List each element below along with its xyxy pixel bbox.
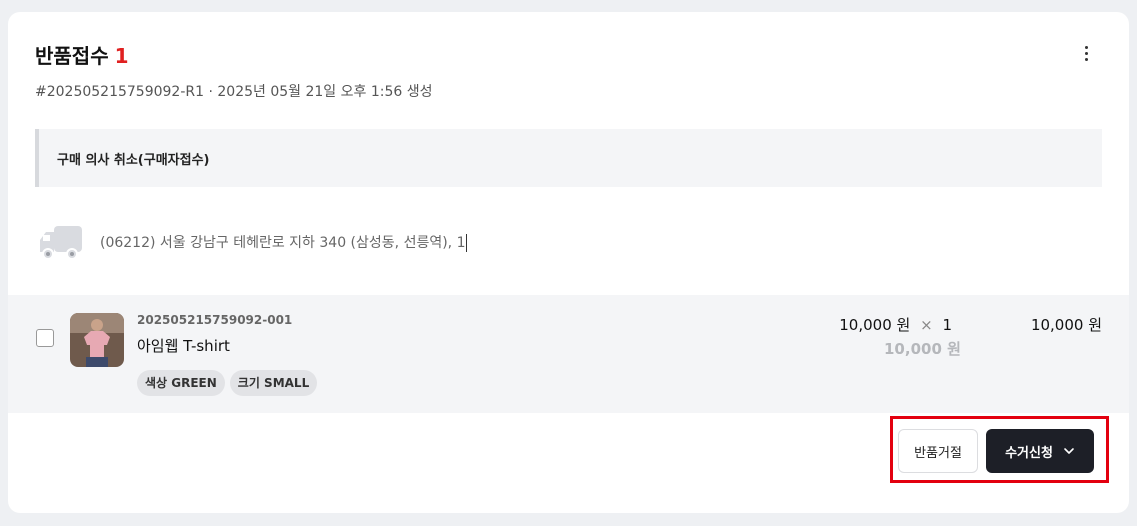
shipping-address: (06212) 서울 강남구 테헤란로 지하 340 (삼성동, 선릉역), 1: [100, 232, 467, 252]
return-reason-notice: 구매 의사 취소(구매자접수): [35, 129, 1102, 187]
option-tag-color: 색상 GREEN: [137, 370, 225, 396]
quantity: 1: [942, 316, 952, 334]
unit-price: 10,000 원: [839, 316, 911, 334]
reject-return-button[interactable]: 반품거절: [898, 429, 978, 473]
more-options-icon[interactable]: [1075, 42, 1097, 64]
return-item-row: 202505215759092-001 아임웹 T-shirt 색상 GREEN…: [8, 295, 1129, 413]
product-thumbnail: [70, 313, 124, 367]
pickup-request-label: 수거신청: [1005, 445, 1053, 461]
pickup-request-button[interactable]: 수거신청: [986, 429, 1094, 473]
page-title: 반품접수: [35, 44, 109, 68]
return-count: 1: [114, 44, 129, 68]
option-tag-size: 크기 SMALL: [229, 370, 318, 396]
multiply-icon: ×: [920, 316, 933, 334]
order-meta: #202505215759092-R1 · 2025년 05월 21일 오후 1…: [35, 84, 433, 100]
reject-return-label: 반품거절: [914, 445, 962, 461]
original-price: 10,000 원: [884, 340, 961, 358]
unit-price-quantity: 10,000 원 × 1: [839, 314, 952, 335]
option-tags: 색상 GREEN 크기 SMALL: [137, 370, 318, 396]
item-checkbox[interactable]: [36, 329, 54, 347]
item-code: 202505215759092-001: [137, 313, 293, 327]
line-total: 10,000 원: [1030, 316, 1102, 334]
return-reason-text: 구매 의사 취소(구매자접수): [57, 152, 210, 168]
truck-icon: [40, 226, 82, 260]
product-name[interactable]: 아임웹 T-shirt: [137, 335, 230, 356]
shipping-address-row: (06212) 서울 강남구 테헤란로 지하 340 (삼성동, 선릉역), 1: [38, 222, 467, 262]
chevron-down-icon: [1064, 448, 1074, 454]
title-row: 반품접수 1: [35, 40, 129, 69]
